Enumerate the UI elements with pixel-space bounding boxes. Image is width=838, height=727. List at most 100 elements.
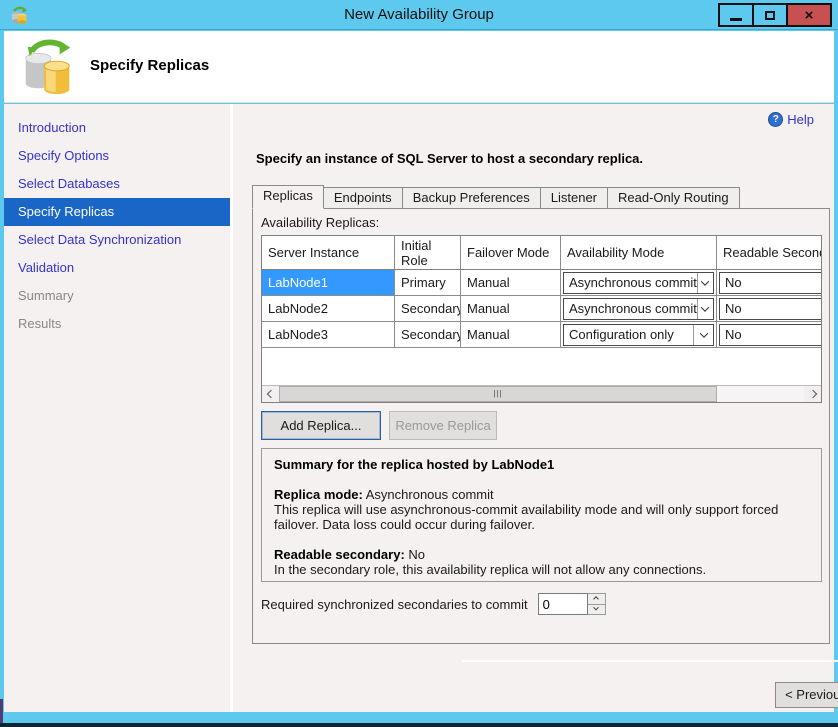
wizard-steps-sidebar: Introduction Specify Options Select Data… (4, 104, 230, 712)
tab-read-only-routing[interactable]: Read-Only Routing (607, 187, 740, 209)
quorum-input[interactable] (538, 593, 588, 615)
desktop-corner-sliver (0, 699, 3, 723)
grid-header-row: Server Instance Initial Role Failover Mo… (262, 236, 822, 270)
cell-availability-mode: Asynchronous commit (561, 296, 717, 321)
col-availability-mode: Availability Mode (561, 236, 717, 269)
chevron-down-icon (593, 605, 599, 611)
availability-mode-dropdown[interactable]: Configuration only (563, 324, 714, 346)
tab-replicas[interactable]: Replicas (252, 185, 324, 209)
availability-mode-dropdown[interactable]: Asynchronous commit (563, 272, 714, 294)
tab-strip: Replicas Endpoints Backup Preferences Li… (252, 185, 739, 209)
dropdown-value: Asynchronous commit (569, 275, 697, 290)
col-server-instance: Server Instance (262, 236, 395, 269)
chevron-up-icon (593, 596, 599, 602)
replicas-tab-panel: Availability Replicas: Server Instance I… (252, 208, 830, 644)
dropdown-value: Configuration only (569, 327, 674, 342)
instruction-text: Specify an instance of SQL Server to hos… (256, 151, 643, 166)
chevron-down-icon (697, 299, 713, 319)
readable-secondary-block: Readable secondary: No In the secondary … (274, 547, 809, 577)
horizontal-scrollbar[interactable]: ||| (262, 385, 821, 402)
cell-server-instance[interactable]: LabNode3 (262, 322, 395, 347)
window-bottom-border (0, 712, 838, 723)
sidebar-item-select-data-synchronization[interactable]: Select Data Synchronization (4, 226, 230, 254)
minimize-button[interactable] (718, 3, 754, 27)
remove-replica-button: Remove Replica (389, 411, 497, 440)
readable-secondary-dropdown[interactable]: No (719, 324, 822, 346)
title-bar[interactable]: New Availability Group × (0, 0, 838, 30)
quorum-row: Required synchronized secondaries to com… (261, 593, 606, 615)
wizard-header: Specify Replicas (4, 31, 834, 103)
sidebar-item-introduction[interactable]: Introduction (4, 114, 230, 142)
readable-secondary-dropdown[interactable]: No (719, 272, 822, 294)
readable-secondary-dropdown[interactable]: No (719, 298, 822, 320)
help-label: Help (787, 112, 814, 127)
table-row: LabNode1 Primary Manual Asynchronous com… (262, 270, 822, 296)
maximize-icon (765, 11, 775, 20)
chevron-down-icon (693, 325, 713, 345)
table-row: LabNode2 Secondary Manual Asynchronous c… (262, 296, 822, 322)
sidebar-item-results: Results (4, 310, 230, 338)
cell-failover-mode: Manual (461, 322, 561, 347)
dropdown-value: No (725, 327, 742, 342)
readable-secondary-value: No (405, 547, 425, 562)
grid-empty-area (262, 348, 822, 387)
footer-bar: < Previous Next > Cancel (462, 662, 838, 712)
col-readable-secondary: Readable Secondar (717, 236, 822, 269)
sidebar-item-specify-options[interactable]: Specify Options (4, 142, 230, 170)
dropdown-value: Asynchronous commit (569, 301, 697, 316)
cell-availability-mode: Asynchronous commit (561, 270, 717, 295)
minimize-icon (730, 18, 742, 21)
dropdown-value: No (725, 275, 742, 290)
cell-initial-role: Secondary (395, 322, 461, 347)
tab-endpoints[interactable]: Endpoints (323, 187, 403, 209)
table-row: LabNode3 Secondary Manual Configuration … (262, 322, 822, 348)
cell-availability-mode: Configuration only (561, 322, 717, 347)
sidebar-item-select-databases[interactable]: Select Databases (4, 170, 230, 198)
summary-title: Summary for the replica hosted by LabNod… (274, 457, 809, 472)
dropdown-value: No (725, 301, 742, 316)
cell-readable-secondary: No (717, 270, 822, 295)
scroll-left-button[interactable] (262, 386, 279, 402)
maximize-button[interactable] (752, 3, 788, 27)
main-panel: ? Help Specify an instance of SQL Server… (233, 104, 834, 712)
readable-secondary-description: In the secondary role, this availability… (274, 562, 809, 577)
sidebar-item-specify-replicas[interactable]: Specify Replicas (4, 198, 230, 226)
quorum-label: Required synchronized secondaries to com… (261, 597, 528, 612)
scrollbar-track[interactable]: ||| (279, 386, 804, 402)
help-link[interactable]: ? Help (768, 112, 814, 127)
close-icon: × (805, 8, 814, 23)
tab-listener[interactable]: Listener (540, 187, 608, 209)
replica-summary-box: Summary for the replica hosted by LabNod… (261, 448, 822, 582)
replicas-grid: Server Instance Initial Role Failover Mo… (261, 235, 822, 403)
sidebar-item-summary: Summary (4, 282, 230, 310)
chevron-down-icon (697, 273, 713, 293)
quorum-spinner (588, 593, 606, 615)
help-icon: ? (768, 112, 783, 127)
replica-mode-value: Asynchronous commit (363, 487, 494, 502)
replica-mode-block: Replica mode: Asynchronous commit This r… (274, 487, 809, 532)
tab-backup-preferences[interactable]: Backup Preferences (402, 187, 541, 209)
cell-initial-role: Primary (395, 270, 461, 295)
scroll-right-button[interactable] (804, 386, 821, 402)
cell-server-instance[interactable]: LabNode2 (262, 296, 395, 321)
availability-replicas-label: Availability Replicas: (261, 215, 379, 230)
cell-readable-secondary: No (717, 322, 822, 347)
window-title: New Availability Group (0, 6, 838, 23)
cell-readable-secondary: No (717, 296, 822, 321)
col-initial-role: Initial Role (395, 236, 461, 269)
previous-button[interactable]: < Previous (775, 682, 838, 708)
window-controls: × (720, 3, 832, 27)
replicas-database-icon (20, 37, 78, 97)
col-failover-mode: Failover Mode (461, 236, 561, 269)
close-button[interactable]: × (786, 3, 832, 27)
cell-failover-mode: Manual (461, 270, 561, 295)
add-replica-button[interactable]: Add Replica... (261, 411, 381, 440)
cell-failover-mode: Manual (461, 296, 561, 321)
scrollbar-thumb[interactable]: ||| (279, 386, 717, 402)
content-area: Introduction Specify Options Select Data… (4, 104, 834, 712)
spinner-up-button[interactable] (588, 594, 605, 604)
sidebar-item-validation[interactable]: Validation (4, 254, 230, 282)
availability-mode-dropdown[interactable]: Asynchronous commit (563, 298, 714, 320)
spinner-down-button[interactable] (588, 604, 605, 615)
cell-server-instance[interactable]: LabNode1 (262, 270, 395, 295)
